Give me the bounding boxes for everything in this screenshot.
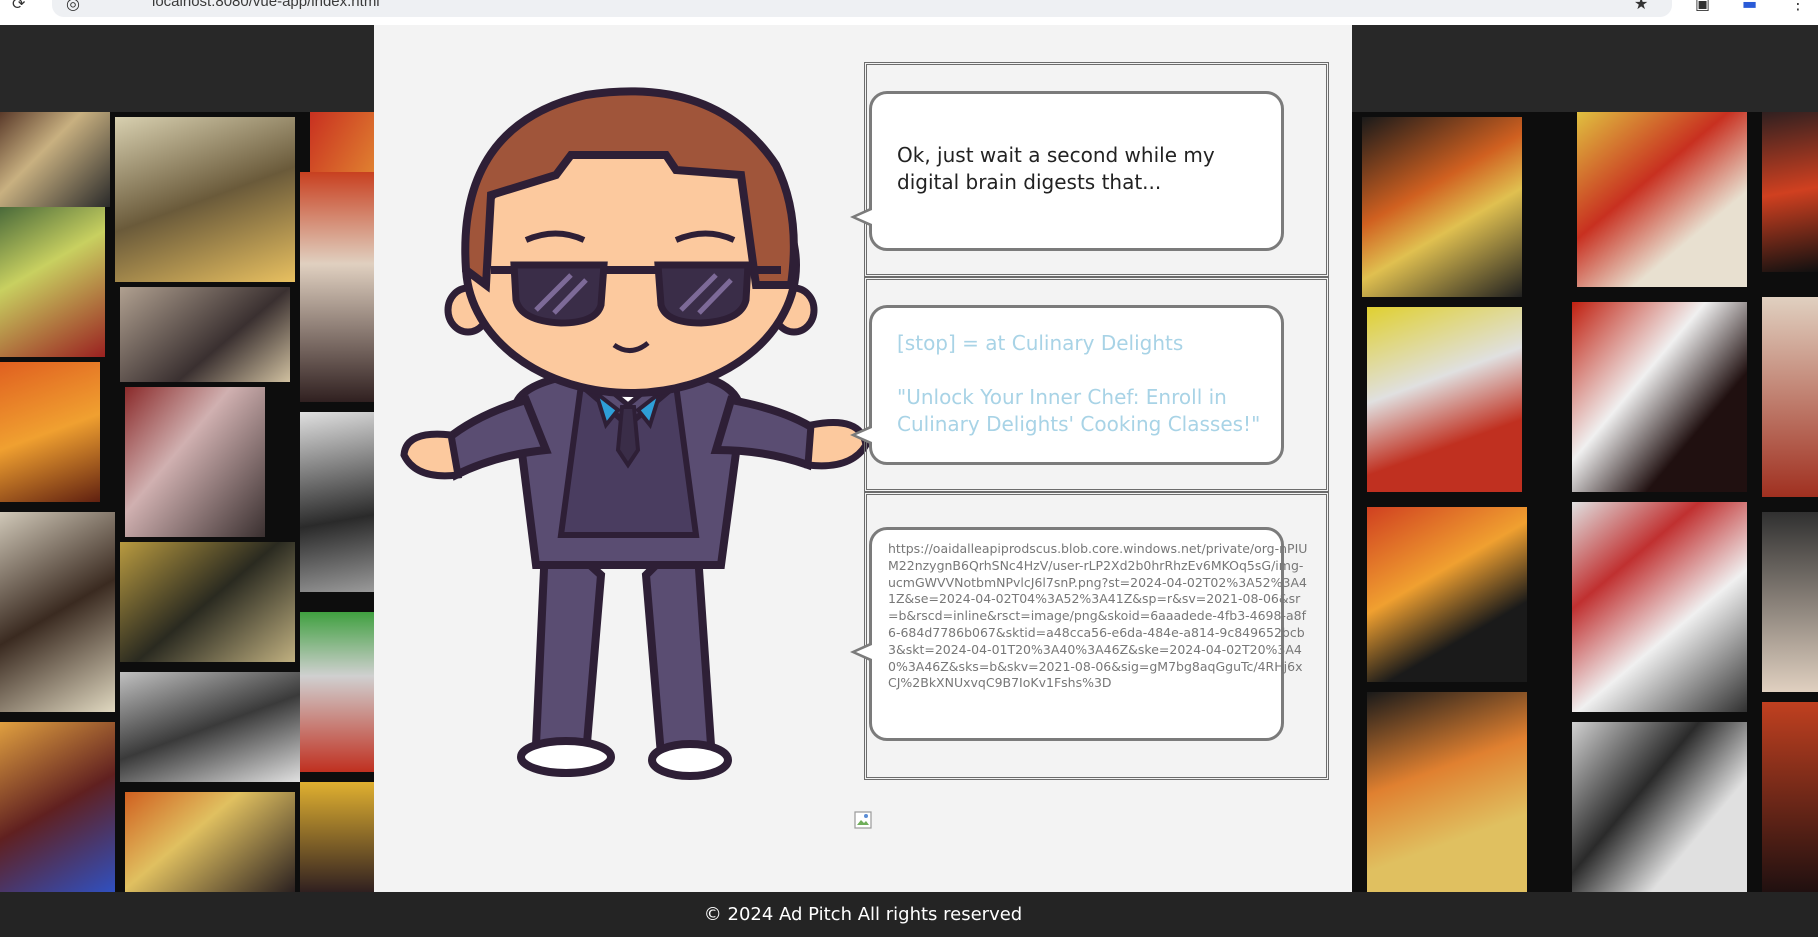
browser-toolbar: ⟳ ◎ localhost:8080/vue-app/index.html ★ … <box>0 0 1818 25</box>
businessman-mascot-illustration <box>400 87 870 780</box>
background-collage-right <box>1352 112 1818 892</box>
bot-message-ad-pitch: "Unlock Your Inner Chef: Enroll in Culin… <box>897 385 1261 436</box>
star-icon[interactable]: ★ <box>1634 0 1648 13</box>
site-info-icon[interactable]: ◎ <box>66 0 80 13</box>
profile-icon[interactable]: ▬ <box>1742 0 1757 13</box>
background-collage-left <box>0 112 374 892</box>
bot-message-thinking: Ok, just wait a second while my digital … <box>897 143 1215 194</box>
address-bar[interactable]: ◎ localhost:8080/vue-app/index.html ★ <box>52 0 1672 17</box>
broken-image-icon <box>854 811 872 829</box>
kebab-menu-icon[interactable]: ⋮ <box>1790 0 1806 13</box>
extensions-icon[interactable]: ▣ <box>1695 0 1710 13</box>
bot-message-stop-intro: [stop] = at Culinary Delights <box>897 331 1184 355</box>
page-footer: © 2024 Ad Pitch All rights reserved <box>0 892 1818 937</box>
address-bar-url: localhost:8080/vue-app/index.html <box>152 0 380 10</box>
footer-copyright: © 2024 Ad Pitch All rights reserved <box>703 904 1023 925</box>
bot-message-image-url: https://oaidalleapiprodscus.blob.core.wi… <box>888 541 1308 691</box>
reload-icon[interactable]: ⟳ <box>12 0 25 13</box>
